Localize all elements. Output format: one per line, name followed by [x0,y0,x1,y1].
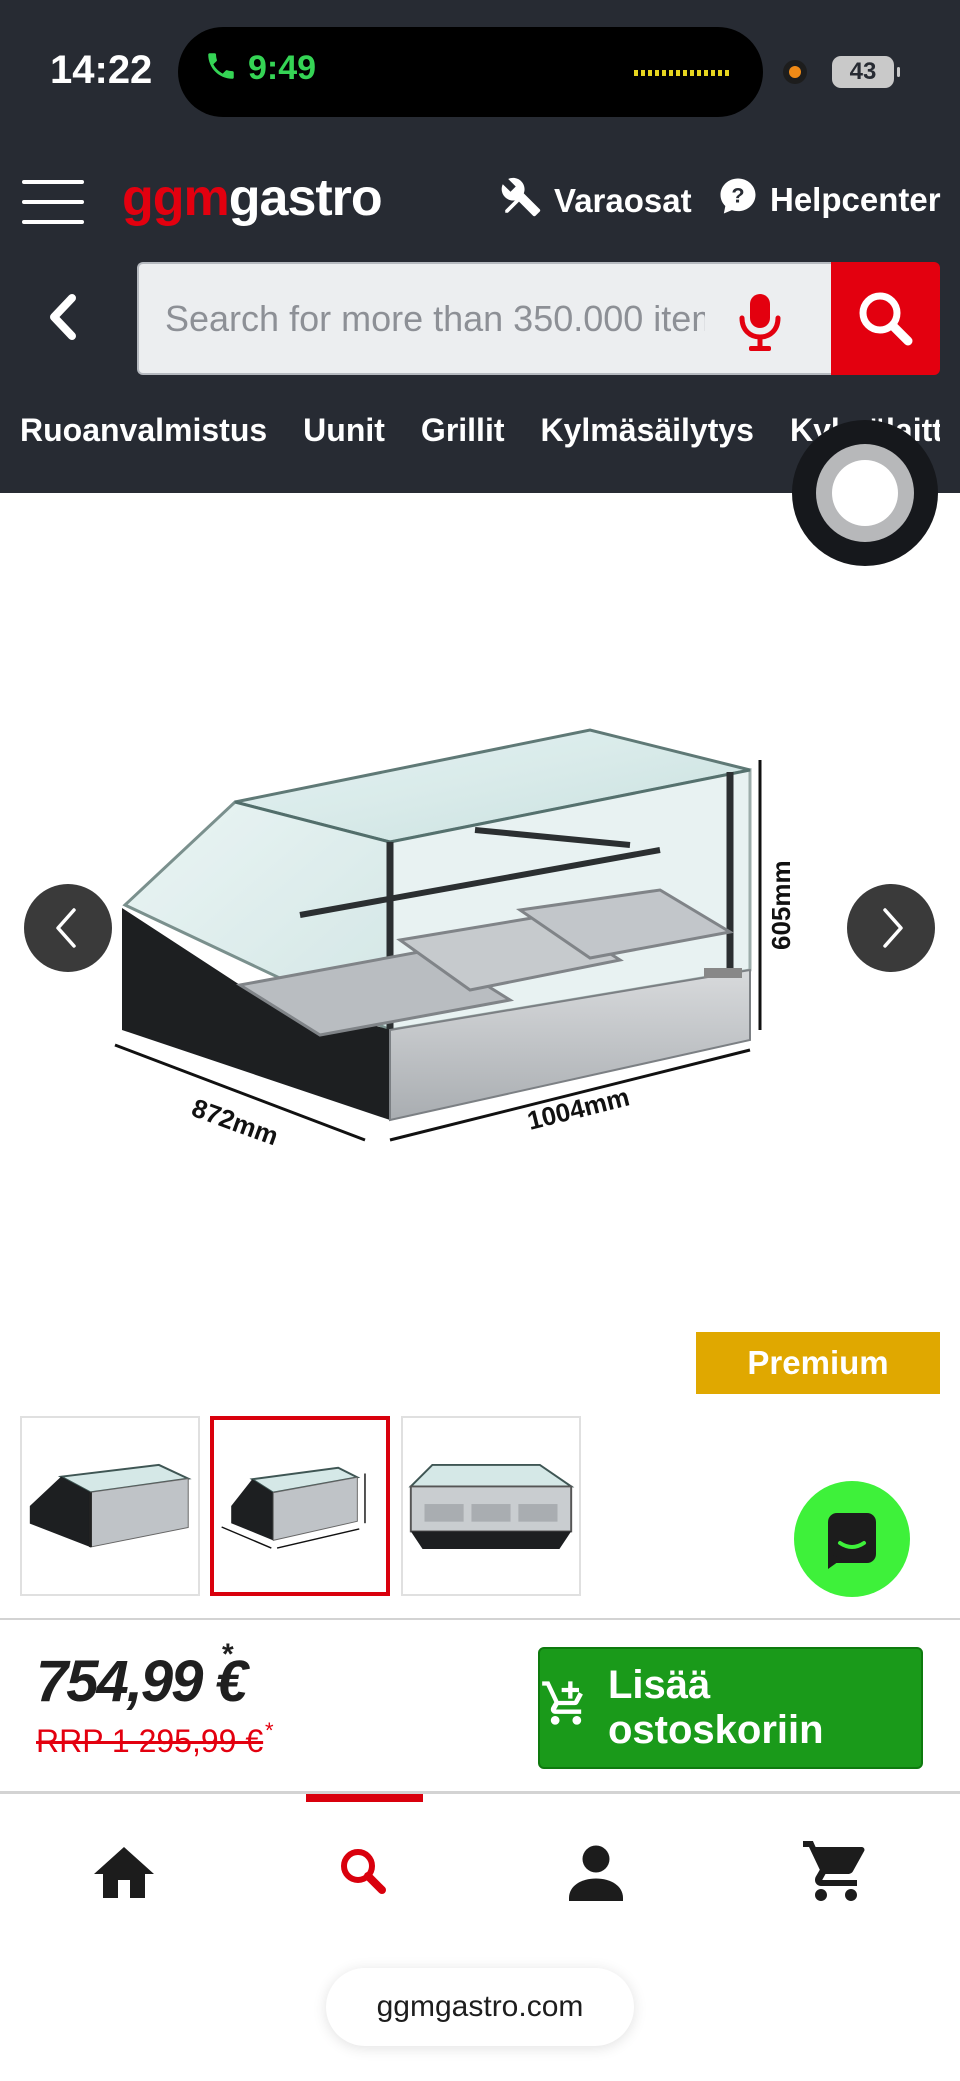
price-bar: 754,99 € * RRP 1 295,99 € * Lisää ostosk… [0,1618,960,1794]
spare-parts-label: Varaosat [554,182,692,219]
home-icon [88,1847,160,1908]
chat-icon [794,1513,910,1601]
call-duration: 9:49 [248,49,317,87]
search-bar [137,262,831,375]
rrp-footnote-marker: * [265,1718,274,1743]
hamburger-menu-icon[interactable] [22,178,84,226]
battery-indicator: 43 [832,56,900,88]
nav-account[interactable] [560,1838,632,1904]
camera-indicator-icon [783,60,807,84]
logo-part-gastro: gastro [228,169,383,227]
chevron-right-icon [847,908,935,976]
category-item[interactable]: Grillit [421,412,505,449]
price-footnote-marker: * [222,1638,234,1671]
site-header: 14:22 9:49 43 ggmgastro Varaosat ? Helpc… [0,0,960,493]
gallery-thumbnail-2[interactable] [210,1416,390,1596]
dimension-height-label: 605mm [766,860,796,950]
premium-badge: Premium [696,1332,940,1394]
help-question-icon: ? [718,176,758,224]
gallery-next-button[interactable] [847,884,935,972]
category-item[interactable]: Ruoanvalmistus [20,412,267,449]
rrp-price: RRP 1 295,99 € [36,1723,264,1759]
browser-url-bar[interactable]: ggmgastro.com [326,1968,634,2046]
display-case-illustration: 872mm 1004mm 605mm [114,728,796,1151]
product-price: 754,99 € [36,1649,248,1714]
account-icon [560,1845,632,1908]
category-item[interactable]: Kylmäsäilytys [540,412,753,449]
spare-parts-link[interactable]: Varaosat [500,176,692,226]
microphone-icon[interactable] [725,286,795,356]
phone-icon [204,49,238,88]
gallery-thumbnail-1[interactable] [20,1416,200,1596]
status-time: 14:22 [50,48,153,92]
dimension-width-label: 1004mm [524,1082,632,1136]
chevron-left-icon [24,908,112,976]
search-icon [831,292,940,379]
search-input[interactable] [165,294,705,344]
back-chevron-icon[interactable] [40,290,86,344]
add-to-cart-label: Lisää ostoskoriin [608,1663,824,1752]
search-icon [328,1849,400,1908]
nav-cart[interactable] [800,1838,872,1904]
dynamic-island[interactable]: 9:49 [178,27,763,117]
dimension-depth-label: 872mm [188,1092,282,1151]
audio-waveform [634,70,729,76]
site-logo[interactable]: ggmgastro [122,168,383,228]
floating-assistive-button[interactable] [792,420,938,566]
tools-icon [500,176,542,226]
search-submit-button[interactable] [831,262,940,375]
add-to-cart-button[interactable]: Lisää ostoskoriin [538,1647,923,1769]
chat-button[interactable] [794,1481,910,1597]
nav-search[interactable] [328,1838,400,1904]
category-item[interactable]: Uunit [303,412,385,449]
active-tab-indicator [306,1794,423,1802]
cart-icon [800,1841,872,1908]
helpcenter-label: Helpcenter [770,181,941,218]
add-to-cart-icon [540,1677,592,1739]
helpcenter-link[interactable]: ? Helpcenter [718,176,941,224]
active-call[interactable]: 9:49 [204,49,316,88]
logo-part-ggm: ggm [122,169,230,227]
product-image[interactable]: 872mm 1004mm 605mm [100,700,800,1160]
product-page: 14:22 9:49 43 ggmgastro Varaosat ? Helpc… [0,0,960,2081]
nav-home[interactable] [88,1838,160,1904]
gallery-prev-button[interactable] [24,884,112,972]
gallery-thumbnail-3[interactable] [401,1416,581,1596]
svg-text:?: ? [731,183,744,208]
